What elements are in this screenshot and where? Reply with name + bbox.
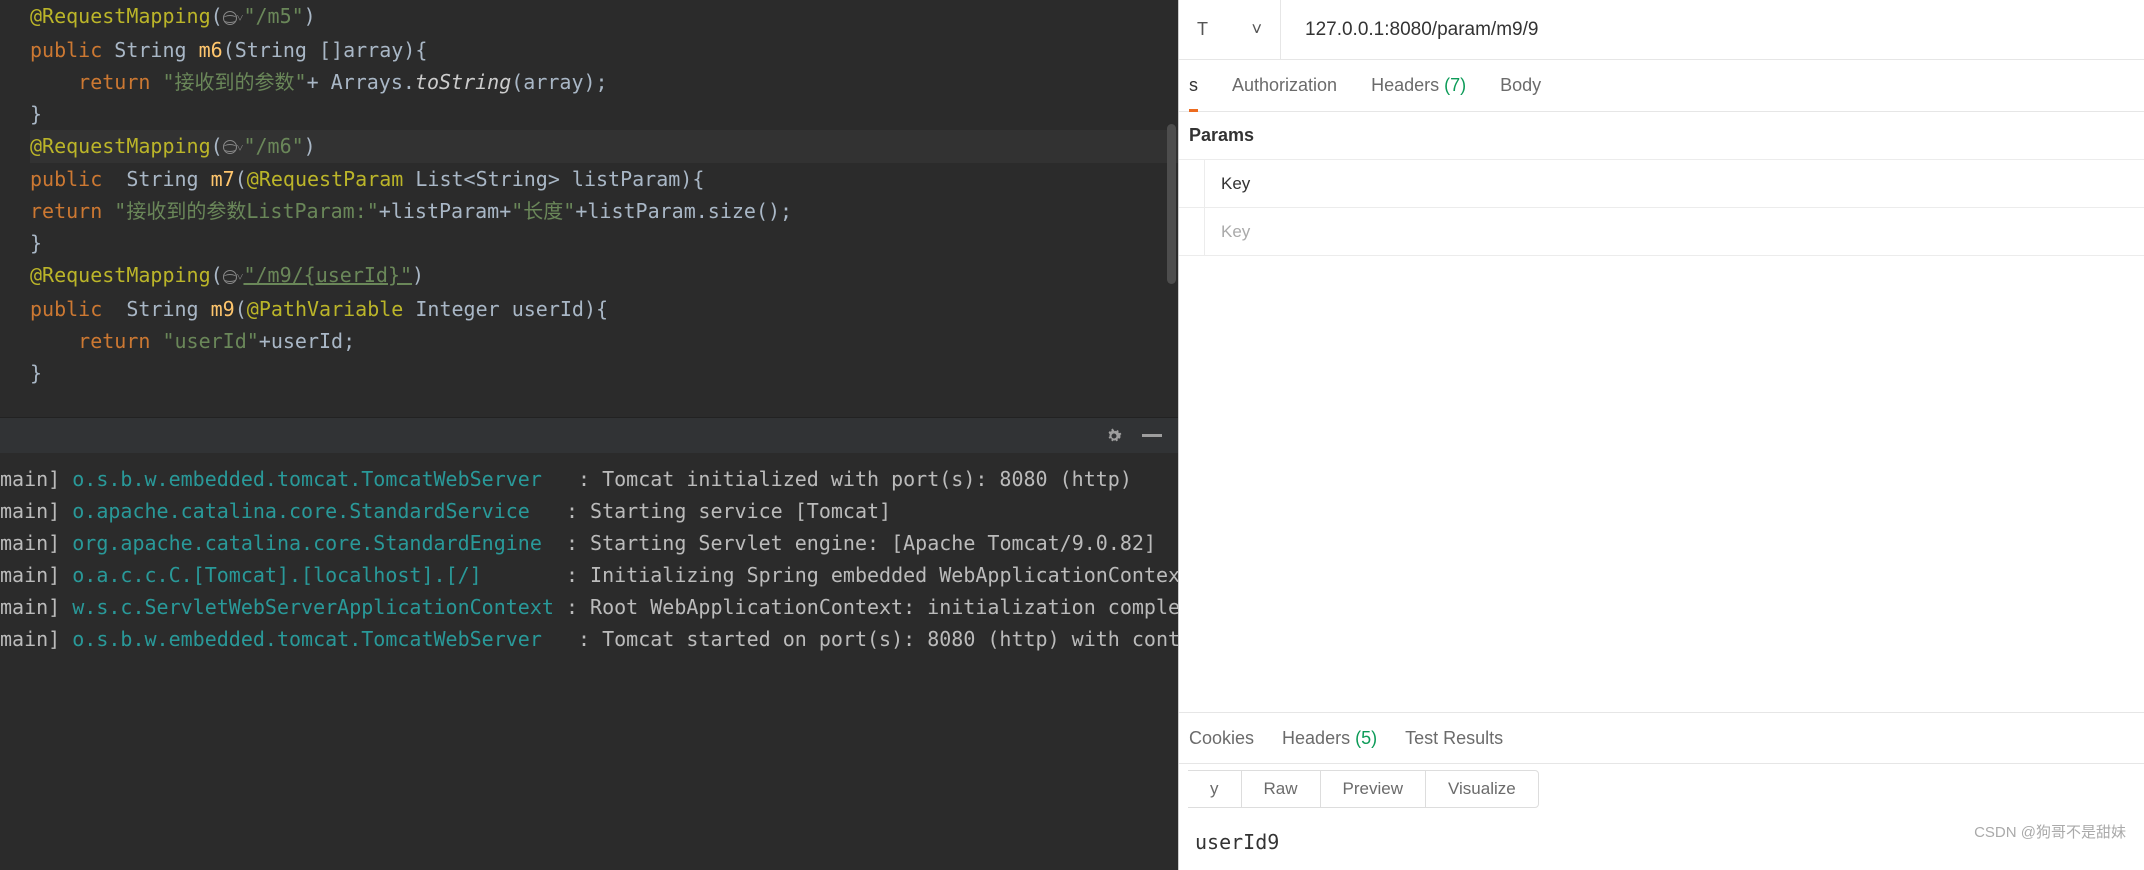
log-line: main] org.apache.catalina.core.StandardE…	[0, 527, 1178, 559]
tab-headers[interactable]: Headers (7)	[1371, 75, 1466, 96]
log-line: main] w.s.c.ServletWebServerApplicationC…	[0, 591, 1178, 623]
postman-pane: T ˅ 127.0.0.1:8080/param/m9/9 s Authoriz…	[1178, 0, 2144, 870]
web-icon	[223, 140, 237, 154]
params-table-header: Key	[1179, 160, 2144, 208]
key-input[interactable]: Key	[1205, 222, 2144, 242]
annotation: @RequestMapping	[30, 4, 211, 28]
url-bar: T ˅ 127.0.0.1:8080/param/m9/9	[1179, 0, 2144, 60]
web-icon	[223, 11, 237, 25]
view-preview[interactable]: Preview	[1320, 770, 1426, 808]
tab-tests[interactable]: Test Results	[1405, 728, 1503, 749]
watermark: CSDN @狗哥不是甜妹	[1974, 821, 2126, 842]
method-label: T	[1197, 19, 1208, 40]
log-line: main] o.s.b.w.embedded.tomcat.TomcatWebS…	[0, 623, 1178, 655]
column-key: Key	[1205, 174, 2144, 194]
chevron-down-icon: ˅	[1251, 19, 1262, 40]
scrollbar-vertical[interactable]	[1167, 124, 1176, 284]
tab-body[interactable]: Body	[1500, 75, 1541, 96]
tab-resp-headers[interactable]: Headers (5)	[1282, 728, 1377, 749]
params-table-row[interactable]: Key	[1179, 208, 2144, 256]
section-title: Params	[1179, 112, 2144, 160]
console[interactable]: main] o.s.b.w.embedded.tomcat.TomcatWebS…	[0, 453, 1178, 870]
view-mode: y Raw Preview Visualize	[1179, 764, 2144, 814]
toolbar	[0, 417, 1178, 453]
tab-params[interactable]: s	[1189, 75, 1198, 96]
log-line: main] o.apache.catalina.core.StandardSer…	[0, 495, 1178, 527]
code-editor[interactable]: @RequestMapping(˅"/m5") public String m6…	[0, 0, 1178, 417]
view-visualize[interactable]: Visualize	[1425, 770, 1539, 808]
checkbox-column	[1179, 160, 1205, 207]
log-line: main] o.s.b.w.embedded.tomcat.TomcatWebS…	[0, 463, 1178, 495]
log-line: main] o.a.c.c.C.[Tomcat].[localhost].[/]…	[0, 559, 1178, 591]
view-pretty[interactable]: y	[1188, 770, 1242, 808]
current-line: @RequestMapping(˅"/m6")	[30, 130, 1178, 164]
url-input[interactable]: 127.0.0.1:8080/param/m9/9	[1281, 19, 1538, 41]
tab-cookies[interactable]: Cookies	[1189, 728, 1254, 749]
editor-pane: @RequestMapping(˅"/m5") public String m6…	[0, 0, 1178, 870]
http-method-select[interactable]: T ˅	[1179, 0, 1281, 59]
tab-authorization[interactable]: Authorization	[1232, 75, 1337, 96]
minimize-icon[interactable]	[1142, 434, 1162, 438]
gear-icon[interactable]	[1104, 426, 1124, 446]
web-icon	[223, 270, 237, 284]
response-tabs: Cookies Headers (5) Test Results	[1179, 712, 2144, 764]
view-raw[interactable]: Raw	[1241, 770, 1321, 808]
request-tabs: s Authorization Headers (7) Body	[1179, 60, 2144, 112]
